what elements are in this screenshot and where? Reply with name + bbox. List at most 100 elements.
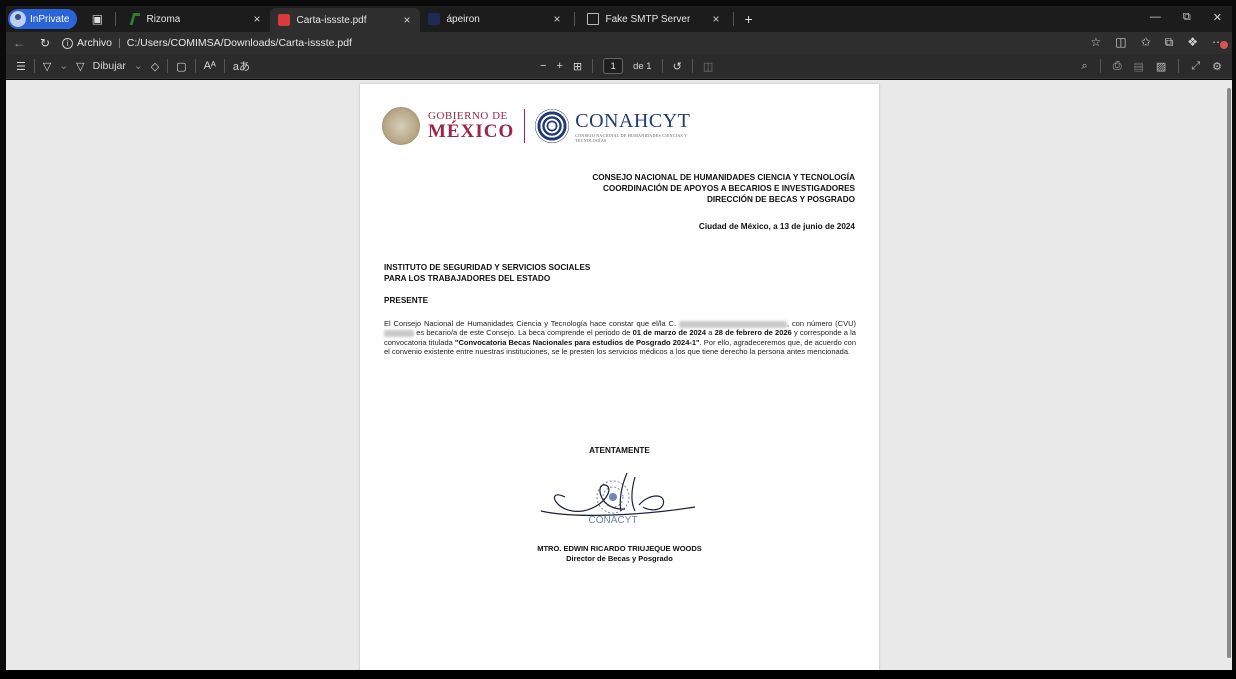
- conahcyt-logo: CONAHCYT CONSEJO NACIONAL DE HUMANIDADES…: [575, 110, 695, 143]
- conahcyt-subtitle: CONSEJO NACIONAL DE HUMANIDADES CIENCIAS…: [575, 132, 688, 143]
- search-icon[interactable]: ⌕: [1082, 60, 1088, 73]
- conacyt-stamp: CONACYT: [589, 480, 638, 526]
- inprivate-label: InPrivate: [30, 13, 70, 25]
- divider: [661, 59, 663, 73]
- draw-icon[interactable]: ▽: [76, 60, 84, 73]
- profile-icon: [10, 11, 26, 27]
- pdf-viewer[interactable]: GOBIERNO DE MÉXICO CONAHCYT CONSEJO NACI…: [6, 80, 1226, 670]
- close-tab-icon[interactable]: ×: [253, 12, 260, 26]
- letterhead-logos: GOBIERNO DE MÉXICO CONAHCYT CONSEJO NACI…: [382, 106, 695, 146]
- call-title: "Convocatoria Becas Nacionales para estu…: [454, 337, 700, 347]
- tab-title: ápeiron: [446, 13, 480, 25]
- print-icon[interactable]: ⎙: [1113, 60, 1122, 73]
- close-window-icon[interactable]: ✕: [1213, 11, 1222, 24]
- chevron-down-icon[interactable]: ⌄: [134, 60, 143, 72]
- logo-divider: [524, 109, 526, 143]
- chevron-down-icon[interactable]: ⌄: [59, 60, 68, 72]
- close-tab-icon[interactable]: ×: [712, 12, 719, 26]
- browser-window: InPrivate ▣ Rizoma × Carta-issste.pdf × …: [0, 0, 1236, 679]
- inprivate-badge[interactable]: InPrivate: [8, 9, 78, 29]
- collections-icon[interactable]: ⧉: [1165, 35, 1174, 50]
- pdf-tools-left: ☰ ▽ ⌄ ▽ Dibujar ⌄ ◇ ▢ Aᴬ aあ: [16, 58, 250, 74]
- read-aloud-icon[interactable]: Aᴬ: [204, 60, 216, 72]
- text-box-icon[interactable]: ▢: [176, 60, 186, 73]
- zoom-in-button[interactable]: +: [556, 60, 562, 72]
- favorite-star-icon[interactable]: ☆: [1090, 35, 1101, 50]
- divider: [33, 59, 35, 73]
- signer-block: MTRO. EDWIN RICARDO TRIUJEQUE WOODS Dire…: [360, 544, 879, 564]
- save-icon[interactable]: ▤: [1134, 60, 1144, 73]
- back-icon[interactable]: ←: [6, 36, 32, 50]
- divider: [223, 59, 225, 73]
- browser-actions: ☆ ◫ ✩ ⧉ ❖ ⋯: [1090, 35, 1228, 50]
- close-tab-icon[interactable]: ×: [403, 13, 410, 27]
- fit-page-icon[interactable]: ⊞: [573, 60, 582, 73]
- stamp-text: CONACYT: [589, 515, 638, 526]
- pdf-page-controls: − + ⊞ 1 de 1 ↺ ◫: [540, 58, 713, 74]
- fullscreen-icon[interactable]: ⤢: [1191, 60, 1200, 73]
- tab-title: Carta-issste.pdf: [296, 14, 367, 26]
- address-bar-row: ← ↻ i Archivo | C:/Users/COMIMSA/Downloa…: [6, 32, 1232, 54]
- tab-carta-pdf[interactable]: Carta-issste.pdf ×: [270, 8, 421, 32]
- pdf-icon: [278, 14, 291, 26]
- tab-title: Rizoma: [146, 13, 181, 25]
- divider: [115, 12, 117, 26]
- bottom-border: [0, 670, 1236, 679]
- pdf-tools-right: ⌕ ⎙ ▤ ▨ ⤢ ⚙: [1082, 59, 1222, 73]
- conahcyt-name: CONAHCYT: [575, 109, 691, 132]
- draw-button[interactable]: Dibujar: [93, 60, 126, 72]
- rotate-icon[interactable]: ↺: [673, 60, 682, 73]
- extensions-icon[interactable]: ❖: [1187, 35, 1198, 50]
- addressee-line: INSTITUTO DE SEGURIDAD Y SERVICIOS SOCIA…: [384, 263, 591, 272]
- eraser-icon[interactable]: ◇: [151, 60, 159, 73]
- more-menu-icon[interactable]: ⋯: [1212, 35, 1228, 50]
- divider: [194, 59, 196, 73]
- url-path: C:/Users/COMIMSA/Downloads/Carta-issste.…: [126, 37, 352, 49]
- rizoma-favicon-icon: [129, 13, 141, 25]
- highlight-icon[interactable]: ▽: [43, 60, 51, 73]
- tab-actions-icon[interactable]: ▣: [83, 9, 111, 29]
- window-controls: — ⧉ ✕: [1150, 11, 1222, 24]
- zoom-out-button[interactable]: −: [540, 60, 546, 72]
- start-date: 01 de marzo de 2024: [632, 328, 706, 338]
- addressee-line: PARA LOS TRABAJADORES DEL ESTADO: [384, 274, 551, 283]
- signature-stamp: CONACYT: [540, 472, 696, 526]
- contents-icon[interactable]: ☰: [16, 60, 26, 73]
- apeiron-favicon-icon: [428, 13, 441, 25]
- mexico-seal-icon: [382, 107, 420, 145]
- tab-rizoma[interactable]: Rizoma ×: [120, 8, 270, 30]
- tab-fake-smtp[interactable]: Fake SMTP Server ×: [579, 8, 729, 30]
- url-prefix: Archivo: [77, 37, 113, 49]
- page-icon: [587, 13, 600, 25]
- header-line: CONSEJO NACIONAL DE HUMANIDADES CIENCIA …: [592, 173, 855, 182]
- page-number-input[interactable]: 1: [603, 58, 624, 74]
- signer-name: MTRO. EDWIN RICARDO TRIUJEQUE WOODS: [537, 544, 702, 553]
- divider: [691, 59, 693, 73]
- translate-icon[interactable]: aあ: [233, 58, 250, 74]
- page-total: de 1: [633, 60, 652, 72]
- letter-date: Ciudad de México, a 13 de junio de 2024: [698, 222, 855, 231]
- minimize-icon[interactable]: —: [1150, 11, 1161, 24]
- close-tab-icon[interactable]: ×: [553, 12, 560, 26]
- header-line: DIRECCIÓN DE BECAS Y POSGRADO: [706, 195, 855, 204]
- scrollbar[interactable]: [1226, 80, 1232, 670]
- tab-apeiron[interactable]: ápeiron ×: [420, 8, 570, 30]
- favorites-icon[interactable]: ✩: [1141, 35, 1151, 50]
- refresh-icon[interactable]: ↻: [32, 36, 58, 50]
- address-bar[interactable]: i Archivo | C:/Users/COMIMSA/Downloads/C…: [62, 37, 352, 49]
- restore-icon[interactable]: ⧉: [1183, 11, 1191, 24]
- pdf-page: GOBIERNO DE MÉXICO CONAHCYT CONSEJO NACI…: [360, 84, 879, 670]
- scrollbar-thumb[interactable]: [1227, 88, 1231, 658]
- split-screen-icon[interactable]: ◫: [1115, 35, 1126, 50]
- gobierno-mexico-logo: GOBIERNO DE MÉXICO: [428, 111, 514, 142]
- divider: [574, 12, 576, 26]
- pdf-toolbar: ☰ ▽ ⌄ ▽ Dibujar ⌄ ◇ ▢ Aᴬ aあ − + ⊞ 1 de 1…: [6, 54, 1232, 79]
- save-as-icon[interactable]: ▨: [1156, 60, 1166, 73]
- divider: [592, 59, 594, 73]
- settings-icon[interactable]: ⚙: [1212, 60, 1222, 73]
- info-icon[interactable]: i: [62, 37, 73, 49]
- letter-header: CONSEJO NACIONAL DE HUMANIDADES CIENCIA …: [592, 172, 855, 205]
- new-tab-icon[interactable]: +: [744, 11, 752, 27]
- page-view-icon[interactable]: ◫: [703, 60, 713, 73]
- url-divider: |: [118, 37, 121, 49]
